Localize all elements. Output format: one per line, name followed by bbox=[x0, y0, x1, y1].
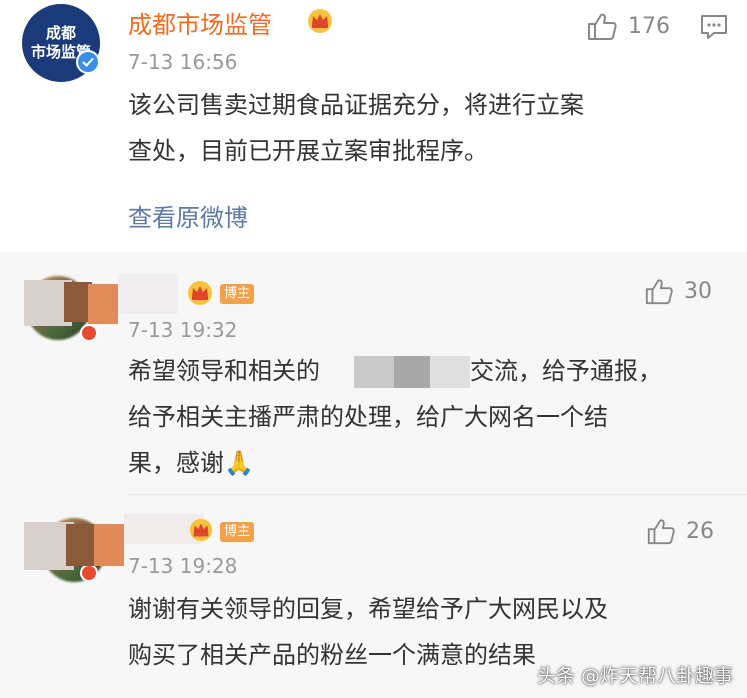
post-text-line-1: 该公司售卖过期食品证据充分，将进行立案 bbox=[128, 91, 584, 119]
comment-like-button[interactable]: 26 bbox=[646, 516, 714, 546]
comment-text-line-1b: 交流，给予通报， bbox=[470, 357, 662, 385]
author-name[interactable]: 成都市场监管 bbox=[128, 5, 272, 40]
post-time: 7-13 16:56 bbox=[128, 50, 238, 74]
comment-time: 7-13 19:28 bbox=[128, 554, 238, 578]
author-badge: 博主 bbox=[220, 522, 255, 542]
comment-like-button[interactable]: 30 bbox=[644, 276, 712, 306]
like-count: 176 bbox=[628, 13, 670, 39]
crown-icon bbox=[308, 9, 332, 33]
comment-like-count: 26 bbox=[686, 518, 714, 544]
comment-list: 博主 7-13 19:32 30 希望领导和相关的 交流，给予通报， 给予相关主… bbox=[0, 252, 747, 698]
comment-icon[interactable] bbox=[700, 14, 728, 40]
crown-icon bbox=[189, 518, 213, 542]
comment-time: 7-13 19:32 bbox=[128, 318, 238, 342]
verified-icon bbox=[80, 324, 98, 342]
crown-icon bbox=[188, 281, 212, 305]
thumbs-up-icon bbox=[588, 13, 617, 40]
comment-text-line-1: 谢谢有关领导的回复，希望给予广大网民以及 bbox=[128, 595, 608, 623]
blurred-text bbox=[354, 356, 470, 388]
verified-icon bbox=[76, 50, 100, 74]
comment-text-line-3: 果，感谢🙏 bbox=[128, 449, 254, 477]
comment-text-line-2: 购买了相关产品的粉丝一个满意的结果 bbox=[128, 641, 536, 669]
thumbs-up-icon bbox=[645, 279, 673, 305]
like-button[interactable]: 176 bbox=[586, 10, 670, 42]
comment-like-count: 30 bbox=[684, 278, 712, 304]
comment-text-line-2: 给予相关主播严肃的处理，给广大网名一个结 bbox=[128, 403, 608, 431]
comment-text-line-1a: 希望领导和相关的 bbox=[128, 357, 320, 385]
author-badge: 博主 bbox=[220, 284, 255, 304]
avatar-line-1: 成都 bbox=[45, 24, 76, 42]
divider bbox=[128, 494, 747, 495]
watermark: 头条 @炸天帮八卦趣事 bbox=[536, 665, 733, 687]
view-original-link[interactable]: 查看原微博 bbox=[128, 198, 248, 233]
post-text-line-2: 查处，目前已开展立案审批程序。 bbox=[128, 137, 488, 165]
main-post: 成都 市场监管 成都市场监管 7-13 16:56 176 该公司售卖过期食品证… bbox=[0, 0, 747, 252]
thumbs-up-icon bbox=[647, 519, 675, 545]
